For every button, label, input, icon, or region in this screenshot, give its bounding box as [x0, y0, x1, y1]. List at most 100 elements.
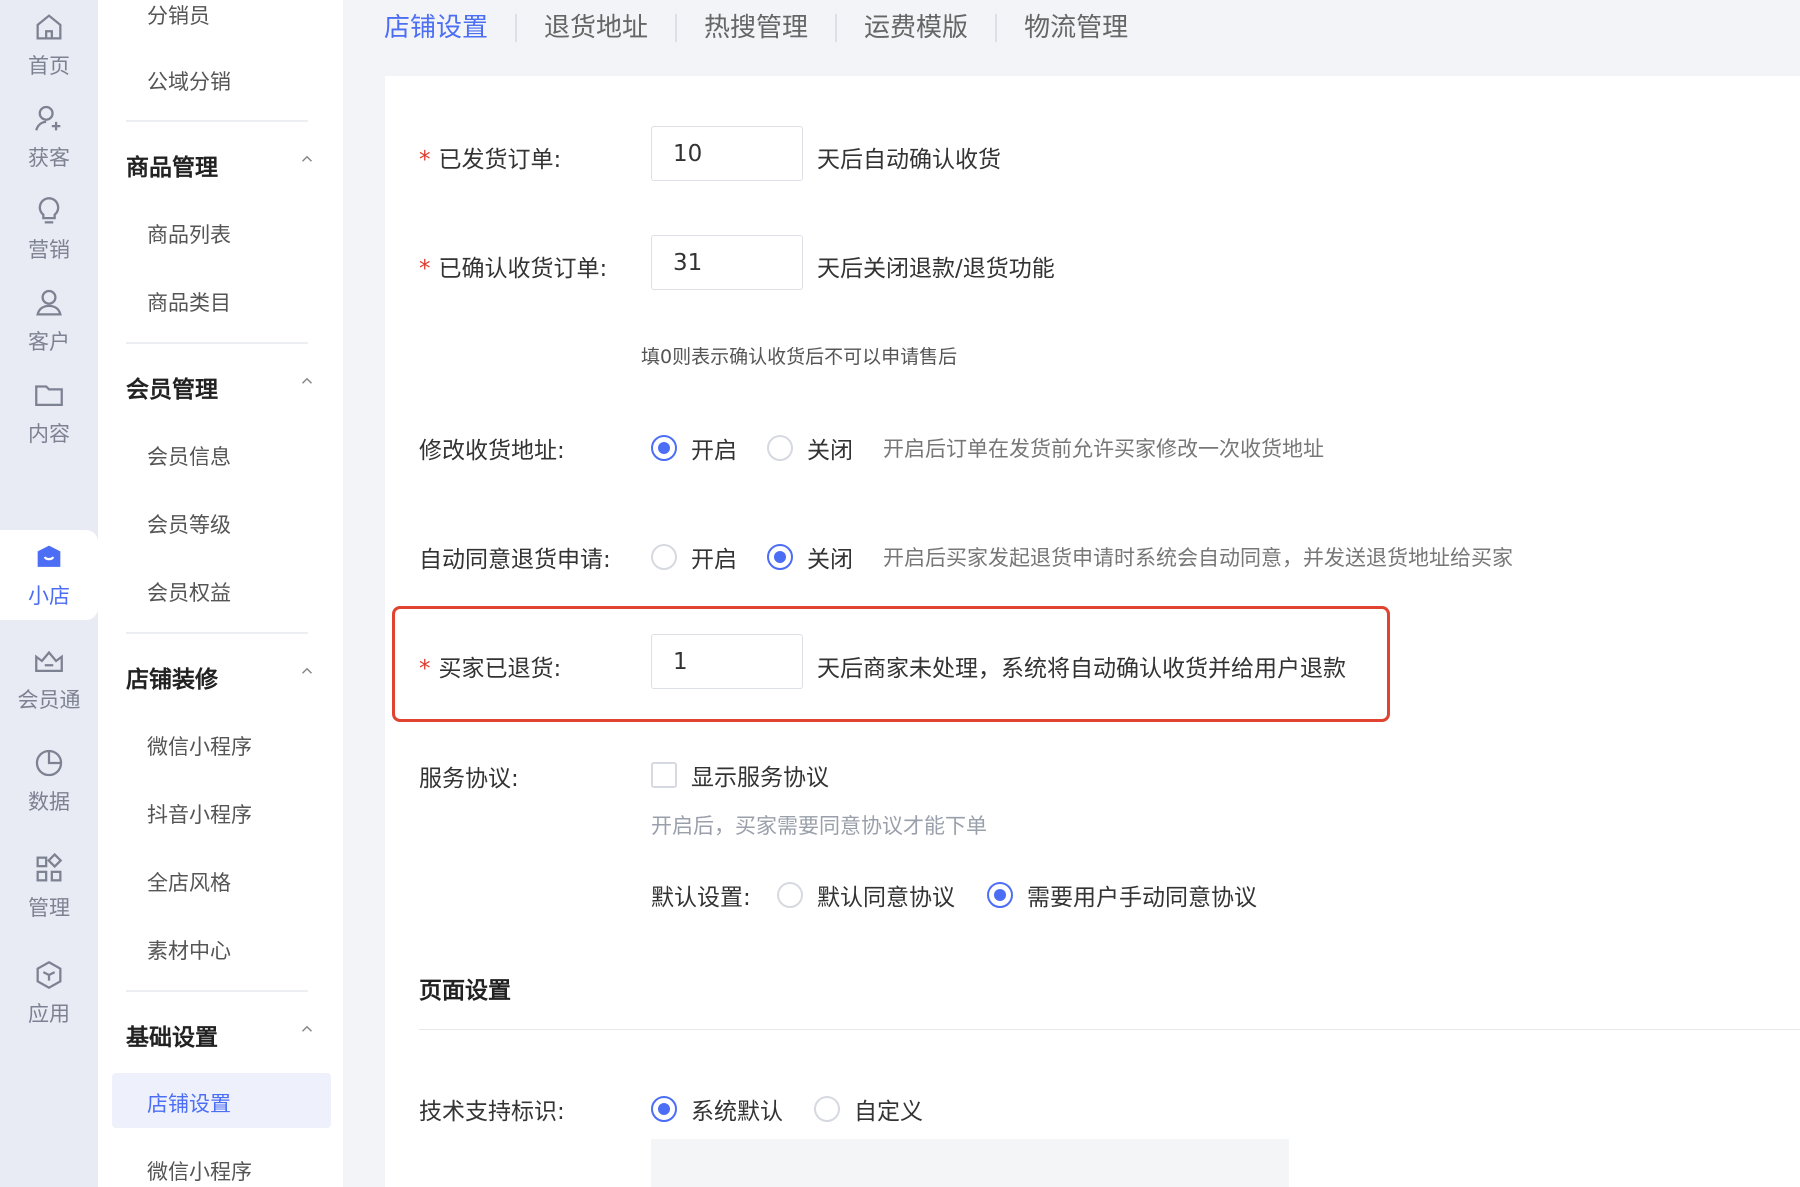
tab-shipping-template[interactable]: 运费模版 — [835, 14, 995, 42]
section-divider — [419, 1029, 1800, 1030]
submenu-item-member-level[interactable]: 会员等级 — [147, 509, 231, 539]
submenu-item-asset-center[interactable]: 素材中心 — [147, 935, 231, 965]
radio-label: 关闭 — [807, 438, 853, 464]
shipped-days-input[interactable] — [651, 126, 803, 181]
settings-card — [385, 76, 1800, 1187]
show-service-agreement-checkbox[interactable]: 显示服务协议 — [651, 758, 829, 792]
rail-item-marketing[interactable]: 营销 — [0, 194, 98, 280]
submenu-item-wechat-miniprogram-settings[interactable]: 微信小程序 — [147, 1156, 252, 1186]
submenu-item-store-settings[interactable]: 店铺设置 — [147, 1088, 231, 1118]
modify-address-off-radio[interactable]: 关闭 — [767, 431, 853, 465]
rail-item-home[interactable]: 首页 — [0, 10, 98, 96]
bulb-icon — [38, 197, 60, 224]
divider — [126, 632, 308, 634]
radio-label: 开启 — [691, 547, 737, 573]
rail-item-customers[interactable]: 客户 — [0, 286, 98, 372]
label-text: 已确认收货订单: — [438, 256, 608, 282]
radio-label: 系统默认 — [691, 1099, 783, 1125]
confirmed-order-label: * 已确认收货订单: — [419, 249, 607, 283]
buyer-returned-days-input[interactable] — [651, 634, 803, 689]
page-settings-title: 页面设置 — [419, 978, 511, 1004]
rail-label: 首页 — [28, 54, 70, 78]
confirmed-days-input[interactable] — [651, 235, 803, 290]
radio-label: 自定义 — [854, 1099, 923, 1125]
crown-icon — [35, 650, 63, 673]
user-icon — [36, 289, 62, 316]
cube-icon — [36, 960, 62, 990]
tech-support-preview-box — [651, 1139, 1289, 1187]
radio-dot — [651, 544, 677, 570]
divider — [126, 990, 308, 992]
submenu-item-wechat-miniprogram[interactable]: 微信小程序 — [147, 731, 252, 761]
submenu-item-product-category[interactable]: 商品类目 — [147, 287, 231, 317]
rail-label: 内容 — [28, 422, 70, 446]
main-content: 店铺设置 退货地址 热搜管理 运费模版 物流管理 — [343, 0, 1800, 1187]
grid-icon — [36, 852, 63, 882]
radio-dot — [767, 544, 793, 570]
rail-label: 小店 — [28, 584, 70, 608]
radio-dot — [987, 882, 1013, 908]
modify-address-on-radio[interactable]: 开启 — [651, 431, 737, 465]
modify-address-label: 修改收货地址: — [419, 438, 565, 464]
tab-hot-search[interactable]: 热搜管理 — [675, 14, 835, 42]
submenu-item-member-info[interactable]: 会员信息 — [147, 441, 231, 471]
tab-return-address[interactable]: 退货地址 — [515, 14, 675, 42]
rail-item-content[interactable]: 内容 — [0, 378, 98, 464]
auto-agree-on-radio[interactable]: 开启 — [651, 540, 737, 574]
tech-custom-radio[interactable]: 自定义 — [814, 1092, 923, 1126]
modify-address-desc: 开启后订单在发货前允许买家修改一次收货地址 — [883, 437, 1324, 461]
tab-logistics[interactable]: 物流管理 — [995, 14, 1155, 42]
label-text: 已发货订单: — [438, 147, 562, 173]
rail-item-membership[interactable]: 会员通 — [0, 644, 98, 730]
submenu-item-distributor[interactable]: 分销员 — [147, 0, 210, 30]
rail-item-shop[interactable]: 小店 — [0, 530, 98, 620]
auto-agree-off-radio[interactable]: 关闭 — [767, 540, 853, 574]
buyer-returned-after-text: 天后商家未处理，系统将自动确认收货并给用户退款 — [817, 656, 1346, 682]
submenu-item-product-list[interactable]: 商品列表 — [147, 219, 231, 249]
shipped-after-text: 天后自动确认收货 — [817, 147, 1001, 173]
required-mark: * — [419, 147, 431, 173]
rail-item-manage[interactable]: 管理 — [0, 852, 98, 938]
tab-store-settings[interactable]: 店铺设置 — [384, 14, 515, 42]
submenu-group-basic-settings[interactable]: 基础设置 — [126, 1018, 316, 1052]
tech-default-radio[interactable]: 系统默认 — [651, 1092, 783, 1126]
rail-label: 客户 — [28, 330, 70, 354]
buyer-returned-label: * 买家已退货: — [419, 649, 561, 683]
chevron-up-icon — [301, 377, 313, 384]
rail-label: 会员通 — [17, 688, 81, 712]
settings-tabs: 店铺设置 退货地址 热搜管理 运费模版 物流管理 — [384, 0, 1155, 56]
rail-item-acquire[interactable]: 获客 — [0, 102, 98, 188]
default-agree-radio[interactable]: 默认同意协议 — [777, 878, 955, 912]
auto-agree-return-label: 自动同意退货申请: — [419, 547, 611, 573]
submenu-item-public-distribution[interactable]: 公域分销 — [147, 66, 231, 96]
rail-item-apps[interactable]: 应用 — [0, 958, 98, 1044]
submenu-item-member-benefits[interactable]: 会员权益 — [147, 577, 231, 607]
radio-dot — [767, 435, 793, 461]
radio-dot — [651, 435, 677, 461]
rail-label: 管理 — [28, 896, 70, 920]
radio-dot — [814, 1096, 840, 1122]
rail-item-data[interactable]: 数据 — [0, 746, 98, 832]
rail-label: 营销 — [28, 238, 70, 262]
radio-label: 默认同意协议 — [817, 885, 955, 911]
label-text: 买家已退货: — [438, 656, 562, 682]
pie-chart-icon — [35, 749, 63, 777]
submenu-group-decoration[interactable]: 店铺装修 — [126, 660, 316, 694]
radio-label: 开启 — [691, 438, 737, 464]
service-agreement-label: 服务协议: — [419, 766, 519, 792]
submenu-group-products[interactable]: 商品管理 — [126, 148, 316, 182]
required-mark: * — [419, 256, 431, 282]
submenu-group-members[interactable]: 会员管理 — [126, 370, 316, 404]
rail-label: 应用 — [28, 1002, 70, 1026]
user-add-icon — [35, 105, 61, 131]
service-agreement-hint: 开启后，买家需要同意协议才能下单 — [651, 814, 987, 838]
manual-agree-radio[interactable]: 需要用户手动同意协议 — [987, 878, 1257, 912]
shop-icon — [37, 545, 61, 567]
chevron-up-icon — [301, 155, 313, 162]
folder-icon — [35, 385, 63, 407]
submenu-item-douyin-miniprogram[interactable]: 抖音小程序 — [147, 799, 252, 829]
auto-agree-desc: 开启后买家发起退货申请时系统会自动同意，并发送退货地址给买家 — [883, 546, 1513, 570]
group-title: 店铺装修 — [126, 667, 218, 693]
checkbox-box — [651, 762, 677, 788]
submenu-item-store-style[interactable]: 全店风格 — [147, 867, 231, 897]
